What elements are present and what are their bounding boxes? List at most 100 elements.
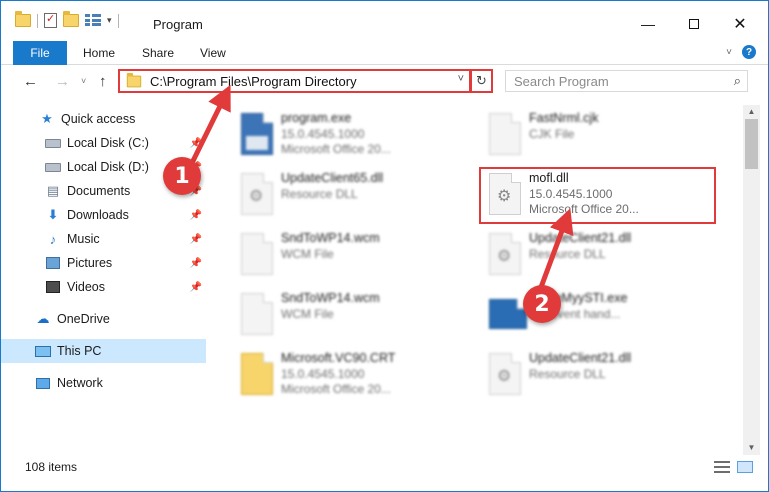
sidebar-item-label: Local Disk (D:) xyxy=(67,160,149,174)
scroll-thumb[interactable] xyxy=(745,119,758,169)
recent-locations-icon[interactable]: ˅ xyxy=(81,76,86,86)
cloud-icon: ☁ xyxy=(36,311,50,326)
list-item[interactable]: FastNrml.cjk CJK File xyxy=(481,109,721,169)
file-detail: Microsoft Office 20... xyxy=(281,142,391,156)
pin-icon: 📌 xyxy=(189,257,202,269)
view-options-icon[interactable] xyxy=(85,14,101,27)
step-badge-2: 2 xyxy=(523,285,561,323)
chevron-down-icon[interactable]: ˅ xyxy=(458,73,464,85)
close-icon: ✕ xyxy=(733,16,747,33)
file-name: Microsoft.VC90.CRT xyxy=(281,351,396,365)
sidebar-item-label: Local Disk (C:) xyxy=(67,136,149,150)
dll-file-icon xyxy=(241,173,273,215)
toolbar-divider xyxy=(117,13,119,28)
list-item[interactable]: UpdateClient65.dll Resource DLL xyxy=(233,169,473,229)
pin-icon: 📌 xyxy=(189,137,202,149)
sidebar-item-videos[interactable]: Videos 📌 xyxy=(1,275,206,299)
status-bar: 108 items xyxy=(1,455,768,479)
pin-icon: 📌 xyxy=(189,209,202,221)
new-folder-icon[interactable] xyxy=(63,11,79,27)
list-item[interactable]: UpdateClient21.dll Resource DLL xyxy=(481,229,721,289)
tab-view[interactable]: View xyxy=(200,42,226,64)
close-button[interactable]: ✕ xyxy=(717,9,763,39)
list-item[interactable]: SndToWP14.wcm WCM File xyxy=(233,289,473,349)
sidebar-item-label: This PC xyxy=(57,344,102,358)
chevron-down-icon[interactable]: ▾ xyxy=(107,15,112,26)
folder-icon xyxy=(126,72,142,87)
toolbar-divider xyxy=(37,13,38,28)
file-name: UpdateClient21.dll xyxy=(529,351,632,365)
file-detail: Microsoft Office 20... xyxy=(281,382,391,396)
drive-icon xyxy=(45,136,61,150)
file-detail: CJK File xyxy=(529,127,575,141)
navigation-bar: ← → ˅ ↑ C:\Program Files\Program Directo… xyxy=(1,65,768,101)
sidebar-item-quick-access[interactable]: ★ Quick access xyxy=(1,107,206,131)
scroll-up-icon[interactable]: ▲ xyxy=(743,105,760,119)
scroll-down-icon[interactable]: ▼ xyxy=(743,441,760,455)
sidebar-item-pictures[interactable]: Pictures 📌 xyxy=(1,251,206,275)
sidebar-item-music[interactable]: ♪ Music 📌 xyxy=(1,227,206,251)
file-name: SndToWP14.wcm xyxy=(281,291,380,305)
file-name: FastNrml.cjk xyxy=(529,111,599,125)
file-icon xyxy=(241,233,273,275)
address-bar[interactable]: C:\Program Files\Program Directory ˅ xyxy=(118,69,471,93)
list-item[interactable]: program.exe 15.0.4545.1000 Microsoft Off… xyxy=(233,109,473,169)
search-placeholder: Search Program xyxy=(514,73,609,89)
dll-file-icon xyxy=(489,353,521,395)
file-icon xyxy=(489,113,521,155)
sidebar-item-network[interactable]: Network xyxy=(1,371,206,395)
up-arrow-icon[interactable]: ↑ xyxy=(99,73,107,90)
expand-ribbon-icon[interactable]: ˅ xyxy=(726,47,732,58)
properties-icon[interactable] xyxy=(44,12,57,28)
drive-icon xyxy=(45,160,61,174)
step-badge-1: 1 xyxy=(163,157,201,195)
exe-file-icon xyxy=(241,113,273,155)
file-detail: Resource DLL xyxy=(529,247,606,261)
file-detail: WCM File xyxy=(281,307,334,321)
tab-file[interactable]: File xyxy=(13,41,67,65)
file-detail: Resource DLL xyxy=(281,187,358,201)
sidebar-item-label: Downloads xyxy=(67,208,129,222)
sidebar-item-downloads[interactable]: ⬇ Downloads 📌 xyxy=(1,203,206,227)
video-icon xyxy=(45,280,61,294)
file-detail: 15.0.4545.1000 xyxy=(281,367,365,381)
refresh-button[interactable]: ↻ xyxy=(471,69,493,93)
window-title: Program xyxy=(153,17,203,32)
address-path: C:\Program Files\Program Directory xyxy=(150,73,357,89)
ribbon-controls: ˅ ? xyxy=(726,45,756,59)
file-highlight-box xyxy=(479,167,716,224)
back-arrow-icon[interactable]: ← xyxy=(23,73,38,90)
file-icon xyxy=(241,293,273,335)
computer-icon xyxy=(35,344,51,358)
title-bar: ▾ Program — ✕ xyxy=(1,1,768,39)
list-item[interactable]: UpdateClient21.dll Resource DLL xyxy=(481,349,721,409)
sidebar-item-label: Documents xyxy=(67,184,131,198)
details-view-icon[interactable] xyxy=(714,461,730,473)
picture-icon xyxy=(45,256,61,270)
maximize-icon xyxy=(689,19,699,29)
file-list: program.exe 15.0.4545.1000 Microsoft Off… xyxy=(211,105,743,455)
list-item[interactable]: Microsoft.VC90.CRT 15.0.4545.1000 Micros… xyxy=(233,349,473,409)
tab-home[interactable]: Home xyxy=(83,42,115,64)
vertical-scrollbar[interactable]: ▲ ▼ xyxy=(743,105,760,455)
minimize-button[interactable]: — xyxy=(625,9,671,39)
music-icon: ♪ xyxy=(49,231,57,247)
sidebar-item-this-pc[interactable]: This PC xyxy=(1,339,206,363)
search-input[interactable]: Search Program ⌕ xyxy=(505,70,748,92)
file-name: UpdateClient65.dll xyxy=(281,171,384,185)
tab-share[interactable]: Share xyxy=(142,42,174,64)
sidebar-item-onedrive[interactable]: ☁ OneDrive xyxy=(1,307,206,331)
sidebar-item-label: OneDrive xyxy=(57,312,110,326)
dll-file-icon xyxy=(489,233,521,275)
list-item[interactable]: SndToWP14.wcm WCM File xyxy=(233,229,473,289)
tiles-view-icon[interactable] xyxy=(737,461,753,473)
sidebar-item-local-disk-c[interactable]: Local Disk (C:) 📌 xyxy=(1,131,206,155)
maximize-button[interactable] xyxy=(671,9,717,39)
application-icon xyxy=(489,299,527,329)
forward-arrow-icon[interactable]: → xyxy=(55,73,70,90)
list-item[interactable]: OfficeMyySTI.exe STI event hand... xyxy=(481,289,721,349)
file-detail: WCM File xyxy=(281,247,334,261)
help-icon[interactable]: ? xyxy=(742,45,756,59)
refresh-icon: ↻ xyxy=(476,73,487,88)
quick-access-toolbar: ▾ xyxy=(15,11,119,28)
